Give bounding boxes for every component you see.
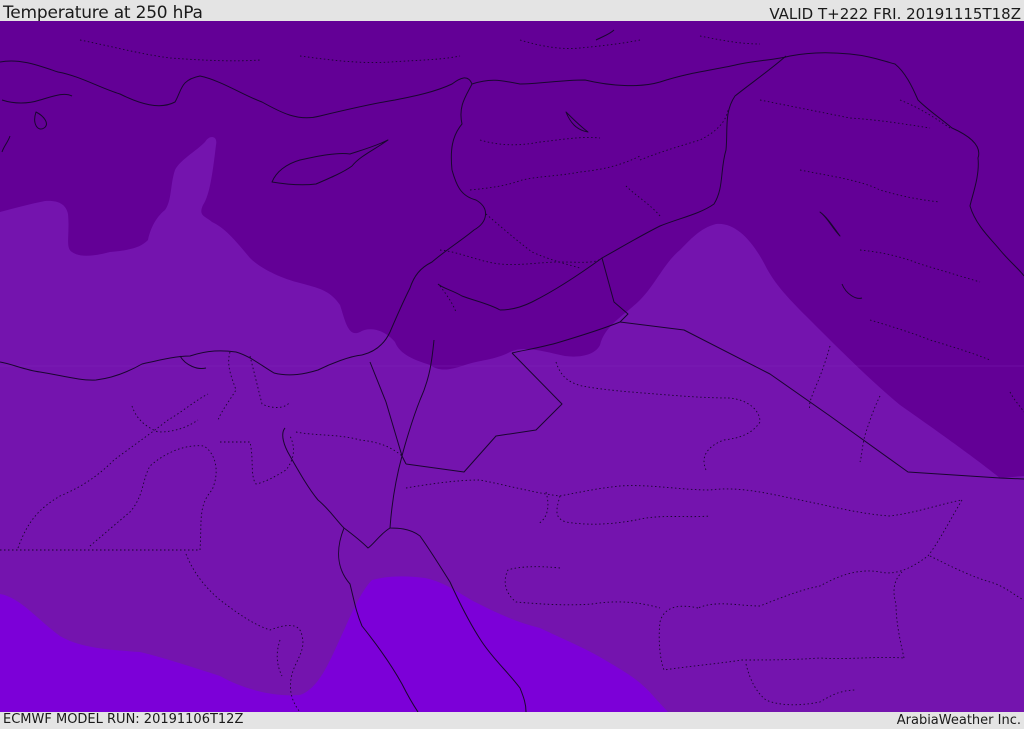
model-run-label: ECMWF MODEL RUN: 20191106T12Z (3, 712, 244, 727)
footer-bar: ECMWF MODEL RUN: 20191106T12Z ArabiaWeat… (0, 712, 1024, 729)
map-svg (0, 21, 1024, 712)
credit-label: ArabiaWeather Inc. (896, 713, 1021, 728)
header-bar: Temperature at 250 hPa VALID T+222 FRI. … (0, 0, 1024, 23)
map-area[interactable] (0, 21, 1024, 712)
map-title: Temperature at 250 hPa (3, 3, 203, 23)
